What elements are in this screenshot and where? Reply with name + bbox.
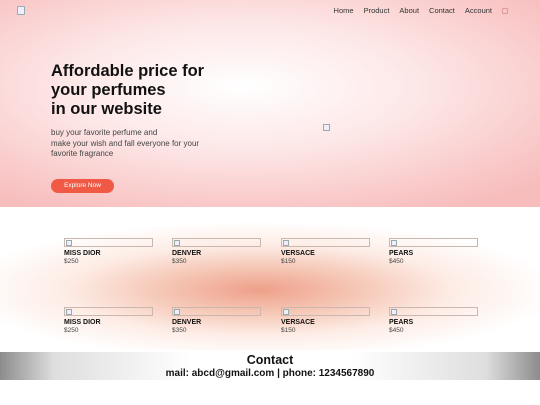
product-name: VERSACE — [281, 319, 315, 326]
main-nav: Home Product About Contact Account — [329, 6, 508, 15]
product-card[interactable]: MISS DIOR $250 — [64, 238, 156, 266]
product-image[interactable] — [172, 238, 261, 247]
hero-subtext: buy your favorite perfume and make your … — [51, 128, 200, 158]
product-image[interactable] — [281, 238, 370, 247]
product-name: MISS DIOR — [64, 250, 101, 257]
product-name: DENVER — [172, 319, 202, 326]
product-name: PEARS — [389, 319, 414, 326]
contact-footer: Contact mail: abcd@gmail.com | phone: 12… — [0, 352, 540, 380]
product-card[interactable]: PEARS $450 — [389, 307, 481, 335]
product-card[interactable]: VERSACE $150 — [281, 238, 373, 266]
broken-image-icon — [174, 240, 180, 246]
product-price: $450 — [389, 327, 404, 334]
hero-broken-image-icon — [323, 124, 330, 131]
contact-info: mail: abcd@gmail.com | phone: 1234567890 — [165, 368, 375, 379]
product-price: $350 — [172, 327, 187, 334]
product-card[interactable]: DENVER $350 — [172, 307, 264, 335]
product-image[interactable] — [281, 307, 370, 316]
cart-icon[interactable] — [502, 8, 508, 14]
nav-link-contact[interactable]: Contact — [424, 6, 460, 15]
product-card[interactable]: PEARS $450 — [389, 238, 481, 266]
hero-section: Home Product About Contact Account Affor… — [0, 0, 540, 207]
logo-broken-image-icon[interactable] — [17, 6, 25, 15]
product-price: $250 — [64, 327, 79, 334]
nav-link-home[interactable]: Home — [329, 6, 359, 15]
product-name: VERSACE — [281, 250, 315, 257]
product-grid: MISS DIOR $250 DENVER $350 VERSACE $150 … — [0, 207, 540, 350]
product-card[interactable]: DENVER $350 — [172, 238, 264, 266]
nav-link-product[interactable]: Product — [359, 6, 395, 15]
product-price: $350 — [172, 258, 187, 265]
product-image[interactable] — [64, 238, 153, 247]
broken-image-icon — [283, 309, 289, 315]
broken-image-icon — [283, 240, 289, 246]
product-name: MISS DIOR — [64, 319, 101, 326]
product-price: $250 — [64, 258, 79, 265]
explore-now-button[interactable]: Explore Now — [51, 179, 114, 193]
broken-image-icon — [66, 309, 72, 315]
product-name: DENVER — [172, 250, 202, 257]
product-price: $150 — [281, 258, 296, 265]
broken-image-icon — [391, 309, 397, 315]
nav-link-account[interactable]: Account — [460, 6, 497, 15]
broken-image-icon — [66, 240, 72, 246]
contact-title: Contact — [246, 353, 294, 367]
broken-image-icon — [174, 309, 180, 315]
hero-headline: Affordable price for your perfumes in ou… — [51, 62, 205, 118]
product-card[interactable]: MISS DIOR $250 — [64, 307, 156, 335]
product-name: PEARS — [389, 250, 414, 257]
product-price: $150 — [281, 327, 296, 334]
product-image[interactable] — [172, 307, 261, 316]
product-image[interactable] — [389, 238, 478, 247]
broken-image-icon — [391, 240, 397, 246]
product-price: $450 — [389, 258, 404, 265]
product-image[interactable] — [64, 307, 153, 316]
product-image[interactable] — [389, 307, 478, 316]
nav-link-about[interactable]: About — [394, 6, 424, 15]
product-card[interactable]: VERSACE $150 — [281, 307, 373, 335]
